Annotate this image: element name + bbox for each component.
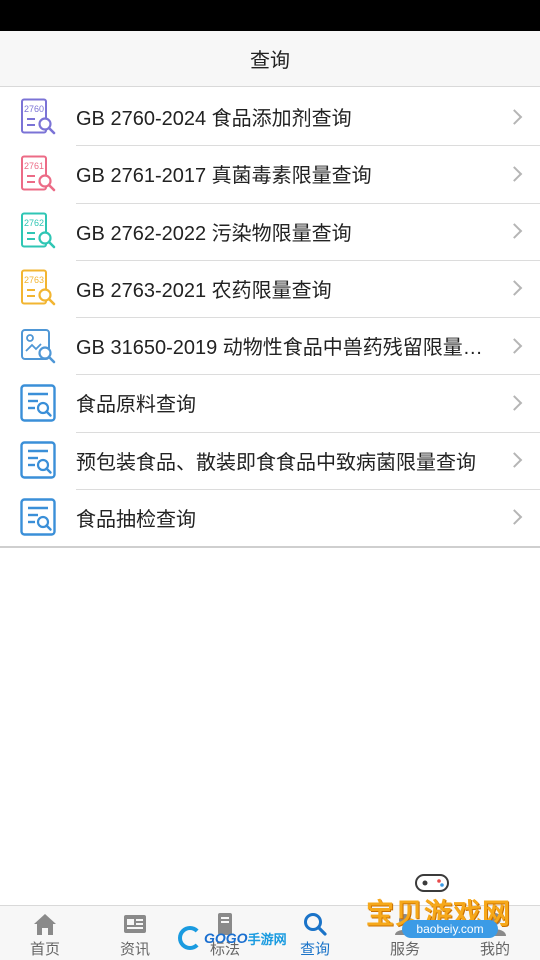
list-item-label: 预包装食品、散装即食食品中致病菌限量查询 xyxy=(76,451,476,474)
svg-text:2760: 2760 xyxy=(24,104,44,114)
list-item-gb31650[interactable]: GB 31650-2019 动物性食品中兽药残留限量查询 xyxy=(0,317,540,374)
list-item-food-materials[interactable]: 食品原料查询 xyxy=(0,374,540,431)
document-search-icon xyxy=(20,441,56,479)
std-2763-search-icon: 2763 xyxy=(21,269,56,306)
chevron-right-icon xyxy=(506,509,523,526)
list-item-pathogen-limits[interactable]: 预包装食品、散装即食食品中致病菌限量查询 xyxy=(0,431,540,489)
news-icon xyxy=(124,915,146,933)
chevron-right-icon xyxy=(506,223,523,239)
chevron-right-icon xyxy=(506,280,523,297)
document-search-icon xyxy=(20,384,56,422)
list-item-food-sampling[interactable]: 食品抽检查询 xyxy=(0,488,540,546)
query-list: 2760 GB 2760-2024 食品添加剂查询 2761 GB 2761-2… xyxy=(0,88,540,548)
tab-label: 查询 xyxy=(299,941,330,958)
chevron-right-icon xyxy=(506,452,523,468)
gamepad-icon xyxy=(415,874,449,892)
chevron-right-icon xyxy=(506,166,523,182)
status-bar xyxy=(0,0,540,31)
svg-text:2761: 2761 xyxy=(24,161,44,171)
vet-drug-search-icon xyxy=(21,328,56,363)
gogo-logo-icon xyxy=(178,926,202,950)
gogo-watermark: GOGO 手游网 xyxy=(178,922,288,954)
svg-text:2763: 2763 xyxy=(24,275,44,285)
header-bar: 查询 xyxy=(0,31,540,87)
list-item-gb2762[interactable]: 2762 GB 2762-2022 污染物限量查询 xyxy=(0,202,540,260)
gogo-watermark-text: GOGO xyxy=(204,930,248,946)
tab-label: 我的 xyxy=(479,941,510,958)
list-item-gb2763[interactable]: 2763 GB 2763-2021 农药限量查询 xyxy=(0,259,540,317)
tab-label: 资讯 xyxy=(119,941,150,958)
chevron-right-icon xyxy=(506,108,523,125)
list-item-label: GB 2760-2024 食品添加剂查询 xyxy=(76,108,352,131)
std-2760-search-icon: 2760 xyxy=(21,98,56,134)
list-item-label: 食品原料查询 xyxy=(76,394,196,417)
search-icon xyxy=(304,913,327,936)
chevron-right-icon xyxy=(506,395,523,411)
list-item-gb2760[interactable]: 2760 GB 2760-2024 食品添加剂查询 xyxy=(0,88,540,145)
tab-label: 服务 xyxy=(389,941,420,958)
std-2762-search-icon: 2762 xyxy=(21,212,56,249)
svg-text:2762: 2762 xyxy=(24,218,44,228)
tab-label: 首页 xyxy=(29,941,60,958)
list-item-label: GB 2763-2021 农药限量查询 xyxy=(76,279,332,302)
baobei-watermark-url: baobeiy.com xyxy=(402,920,498,938)
tab-news[interactable]: 资讯 xyxy=(90,906,180,960)
baobei-watermark: 宝贝游戏网 baobeiy.com xyxy=(362,868,532,940)
document-search-icon xyxy=(20,498,56,537)
list-item-label: GB 2762-2022 污染物限量查询 xyxy=(76,222,352,245)
list-item-label: GB 31650-2019 动物性食品中兽药残留限量查询 xyxy=(76,337,492,360)
gogo-watermark-sub: 手游网 xyxy=(247,931,287,947)
list-item-label: 食品抽检查询 xyxy=(76,508,196,531)
chevron-right-icon xyxy=(506,337,523,354)
list-item-label: GB 2761-2017 真菌毒素限量查询 xyxy=(76,165,372,188)
std-2761-search-icon: 2761 xyxy=(21,155,56,192)
page-title: 查询 xyxy=(250,50,290,72)
tab-home[interactable]: 首页 xyxy=(0,906,90,960)
list-item-gb2761[interactable]: 2761 GB 2761-2017 真菌毒素限量查询 xyxy=(0,145,540,202)
home-icon xyxy=(34,914,56,935)
